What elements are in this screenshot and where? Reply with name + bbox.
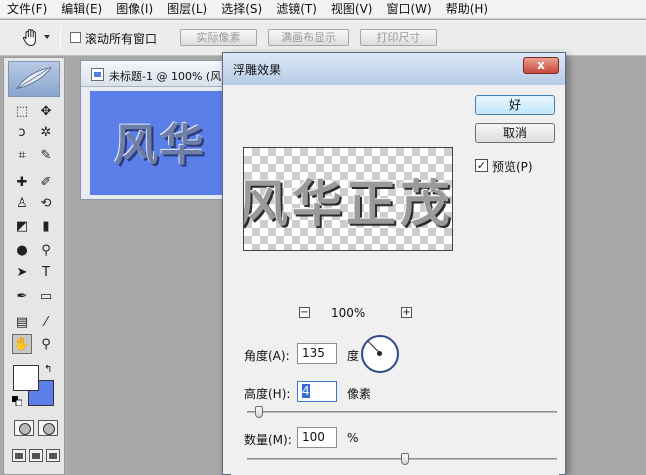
zoom-in-button[interactable]: + [401, 307, 412, 318]
fit-screen-button[interactable]: 满画布显示 [268, 29, 349, 46]
document-window: 未标题-1 @ 100% (风 风华 [80, 60, 230, 200]
height-slider-track[interactable] [247, 411, 557, 413]
foreground-color-swatch[interactable] [13, 365, 39, 391]
hand-icon[interactable]: ✋ [12, 334, 32, 354]
document-canvas[interactable]: 风华 [90, 91, 225, 195]
menu-item[interactable]: 选择(S) [214, 0, 269, 19]
standard-mode-button[interactable] [14, 420, 34, 436]
amount-label: 数量(M): [244, 433, 292, 447]
angle-value: 135 [302, 346, 325, 360]
toolbox: ⬚ ✥ ↄ ✲ ⌗ ✎ ✚ ✐ ♙ ⟲ ◩ ▮ ● ⚲ ➤ T ✒ ▭ ▤ ⁄ ✋ ⚲ ↰ [3, 57, 65, 475]
angle-dial[interactable] [361, 335, 399, 373]
move-icon[interactable]: ✥ [36, 101, 56, 121]
menu-item[interactable]: 编辑(E) [54, 0, 109, 19]
document-titlebar[interactable]: 未标题-1 @ 100% (风 [81, 61, 229, 87]
menu-item[interactable]: 文件(F) [0, 0, 54, 19]
lasso-icon[interactable]: ↄ [12, 122, 32, 142]
blur-icon[interactable]: ● [12, 240, 32, 260]
dialog-title: 浮雕效果 [233, 63, 282, 77]
document-icon [91, 68, 104, 81]
preview-embossed-text: 风华正茂 [243, 174, 453, 233]
tool-preset-dropdown-arrow[interactable] [44, 35, 50, 39]
options-separator [60, 26, 61, 50]
height-slider-thumb[interactable] [255, 406, 264, 418]
marquee-icon[interactable]: ⬚ [12, 101, 32, 121]
crop-icon[interactable]: ⌗ [12, 145, 32, 165]
dodge-icon[interactable]: ⚲ [36, 240, 56, 260]
menu-bar: 文件(F) 编辑(E) 图像(I) 图层(L) 选择(S) 滤镜(T) 视图(V) 窗口(W)… [0, 0, 646, 19]
menu-item[interactable]: 图层(L) [160, 0, 214, 19]
hand-tool-icon[interactable] [20, 27, 42, 49]
menu-item[interactable]: 图像(I) [109, 0, 160, 19]
angle-label: 角度(A): [244, 349, 290, 363]
amount-slider-thumb[interactable] [401, 453, 410, 465]
height-label: 高度(H): [244, 387, 291, 401]
print-size-button[interactable]: 打印尺寸 [360, 29, 437, 46]
zoom-icon[interactable]: ⚲ [36, 334, 56, 354]
cancel-button[interactable]: 取消 [475, 123, 555, 143]
notes-icon[interactable]: ▤ [12, 312, 32, 332]
scroll-all-windows-label: 滚动所有窗口 [85, 32, 158, 46]
feather-logo-icon[interactable] [8, 61, 60, 97]
default-colors-icon[interactable] [12, 396, 22, 406]
amount-input[interactable]: 100 [297, 427, 337, 448]
shape-icon[interactable]: ▭ [36, 286, 56, 306]
zoom-out-button[interactable]: − [299, 307, 310, 318]
full-screen-menu-button[interactable] [29, 449, 43, 462]
document-title: 未标题-1 @ 100% (风 [109, 70, 222, 83]
amount-value: 100 [302, 430, 325, 444]
eyedropper-icon[interactable]: ⁄ [36, 312, 56, 332]
eraser-icon[interactable]: ◩ [12, 216, 32, 236]
height-input[interactable]: 4 [297, 381, 337, 402]
slice-icon[interactable]: ✎ [36, 145, 56, 165]
dialog-body: 风华正茂 好 取消 ✓ 预览(P) − 100% + 角度(A): 135 度 … [231, 85, 559, 475]
menu-item[interactable]: 窗口(W) [379, 0, 438, 19]
swap-colors-icon[interactable]: ↰ [44, 364, 52, 375]
preview-checkbox[interactable]: ✓ [475, 159, 488, 172]
gradient-icon[interactable]: ▮ [36, 216, 56, 236]
menu-item[interactable]: 滤镜(T) [269, 0, 324, 19]
brush-icon[interactable]: ✐ [36, 172, 56, 192]
canvas-embossed-text: 风华 [114, 120, 206, 171]
standard-screen-button[interactable] [12, 449, 26, 462]
close-button[interactable]: x [523, 57, 559, 74]
stamp-icon[interactable]: ♙ [12, 193, 32, 213]
angle-unit: 度 [347, 349, 360, 363]
angle-input[interactable]: 135 [297, 343, 337, 364]
ok-button[interactable]: 好 [475, 95, 555, 115]
zoom-level: 100% [331, 306, 366, 320]
amount-unit: % [347, 431, 359, 445]
full-screen-button[interactable] [46, 449, 60, 462]
pen-icon[interactable]: ✒ [12, 286, 32, 306]
options-bar: 滚动所有窗口 实际像素 满画布显示 打印尺寸 [0, 20, 646, 56]
actual-pixels-button[interactable]: 实际像素 [180, 29, 257, 46]
scroll-all-windows-checkbox[interactable] [70, 32, 81, 43]
preview-area[interactable]: 风华正茂 [243, 147, 453, 251]
height-unit: 像素 [347, 387, 372, 401]
magic-wand-icon[interactable]: ✲ [36, 122, 56, 142]
angle-dial-center [377, 351, 382, 356]
emboss-dialog: 浮雕效果 x 风华正茂 好 取消 ✓ 预览(P) − 100% + 角度(A):… [222, 52, 566, 475]
path-select-icon[interactable]: ➤ [12, 262, 32, 282]
height-value: 4 [302, 384, 310, 398]
dialog-titlebar[interactable]: 浮雕效果 x [223, 53, 565, 85]
preview-label: 预览(P) [492, 160, 533, 174]
menu-item[interactable]: 帮助(H) [439, 0, 495, 19]
history-brush-icon[interactable]: ⟲ [36, 193, 56, 213]
type-icon[interactable]: T [36, 262, 56, 282]
menu-item[interactable]: 视图(V) [324, 0, 380, 19]
healing-brush-icon[interactable]: ✚ [12, 172, 32, 192]
quick-mask-button[interactable] [38, 420, 58, 436]
